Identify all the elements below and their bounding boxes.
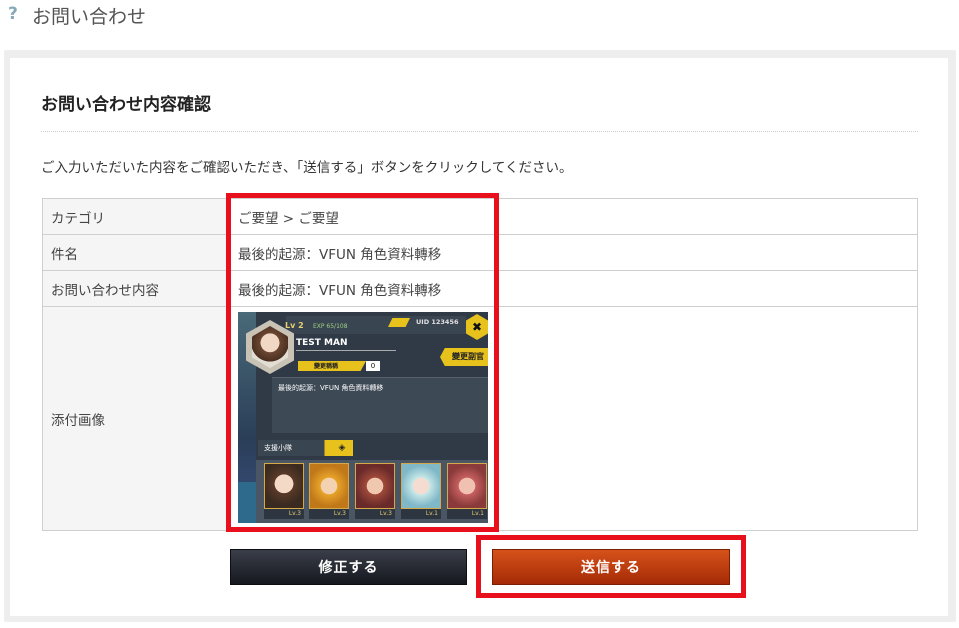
close-icon: ✖ (466, 314, 488, 340)
character-portrait (264, 463, 304, 509)
signature-text: 最後的起源：VFUN 角色資料轉移 (278, 384, 384, 392)
image-background (238, 482, 256, 523)
support-squad-label: 支援小隊 (264, 444, 292, 452)
divider (296, 350, 396, 351)
title-value: 0 (366, 361, 380, 371)
level-text: Lv 2 (285, 321, 304, 330)
panel-title: お問い合わせ内容確認 (41, 95, 211, 115)
title-tag: 變更稱稱 (298, 361, 366, 371)
table-row: 件名 最後的起源：VFUN 角色資料轉移 (42, 234, 918, 271)
change-adjutant-label: 變更副官 (452, 352, 484, 361)
page-title: お問い合わせ (32, 6, 147, 28)
table-row: お問い合わせ内容 最後的起源：VFUN 角色資料轉移 (42, 270, 918, 307)
character-level: Lv.3 (264, 509, 304, 519)
intro-text: ご入力いただいた内容をご確認いただき、「送信する」ボタンをクリックしてください。 (41, 160, 573, 176)
character-portrait (401, 463, 441, 509)
character-portrait (355, 463, 395, 509)
character-level: Lv.1 (447, 509, 487, 519)
row-label-category: カテゴリ (42, 198, 231, 235)
character-portrait (447, 463, 487, 509)
character-portrait (309, 463, 349, 509)
row-value-category: ご要望 > ご要望 (230, 198, 918, 235)
question-icon: ? (8, 4, 18, 24)
support-icon: ◈ (338, 443, 346, 453)
character-level: Lv.1 (401, 509, 441, 519)
exp-text: EXP 65/108 (313, 323, 348, 330)
edit-button[interactable]: 修正する (230, 549, 467, 585)
divider (41, 131, 918, 132)
character-level: Lv.3 (309, 509, 349, 519)
player-name: TEST MAN (296, 338, 348, 348)
row-value-content: 最後的起源：VFUN 角色資料轉移 (230, 270, 918, 307)
row-label-attachment: 添付画像 (42, 306, 231, 531)
character-level: Lv.3 (355, 509, 395, 519)
page-header: ? お問い合わせ (0, 0, 959, 42)
title-label: 變更稱稱 (314, 363, 339, 370)
row-label-content: お問い合わせ内容 (42, 270, 231, 307)
row-label-subject: 件名 (42, 234, 231, 271)
table-row: カテゴリ ご要望 > ご要望 (42, 198, 918, 235)
uid-text: UID 123456 (416, 318, 459, 326)
change-adjutant-button: 變更副官 (440, 348, 488, 366)
send-button[interactable]: 送信する (492, 549, 730, 585)
attached-image: Lv 2 EXP 65/108 UID 123456 ✖ TEST MAN 變更… (238, 312, 488, 523)
row-value-subject: 最後的起源：VFUN 角色資料轉移 (230, 234, 918, 271)
